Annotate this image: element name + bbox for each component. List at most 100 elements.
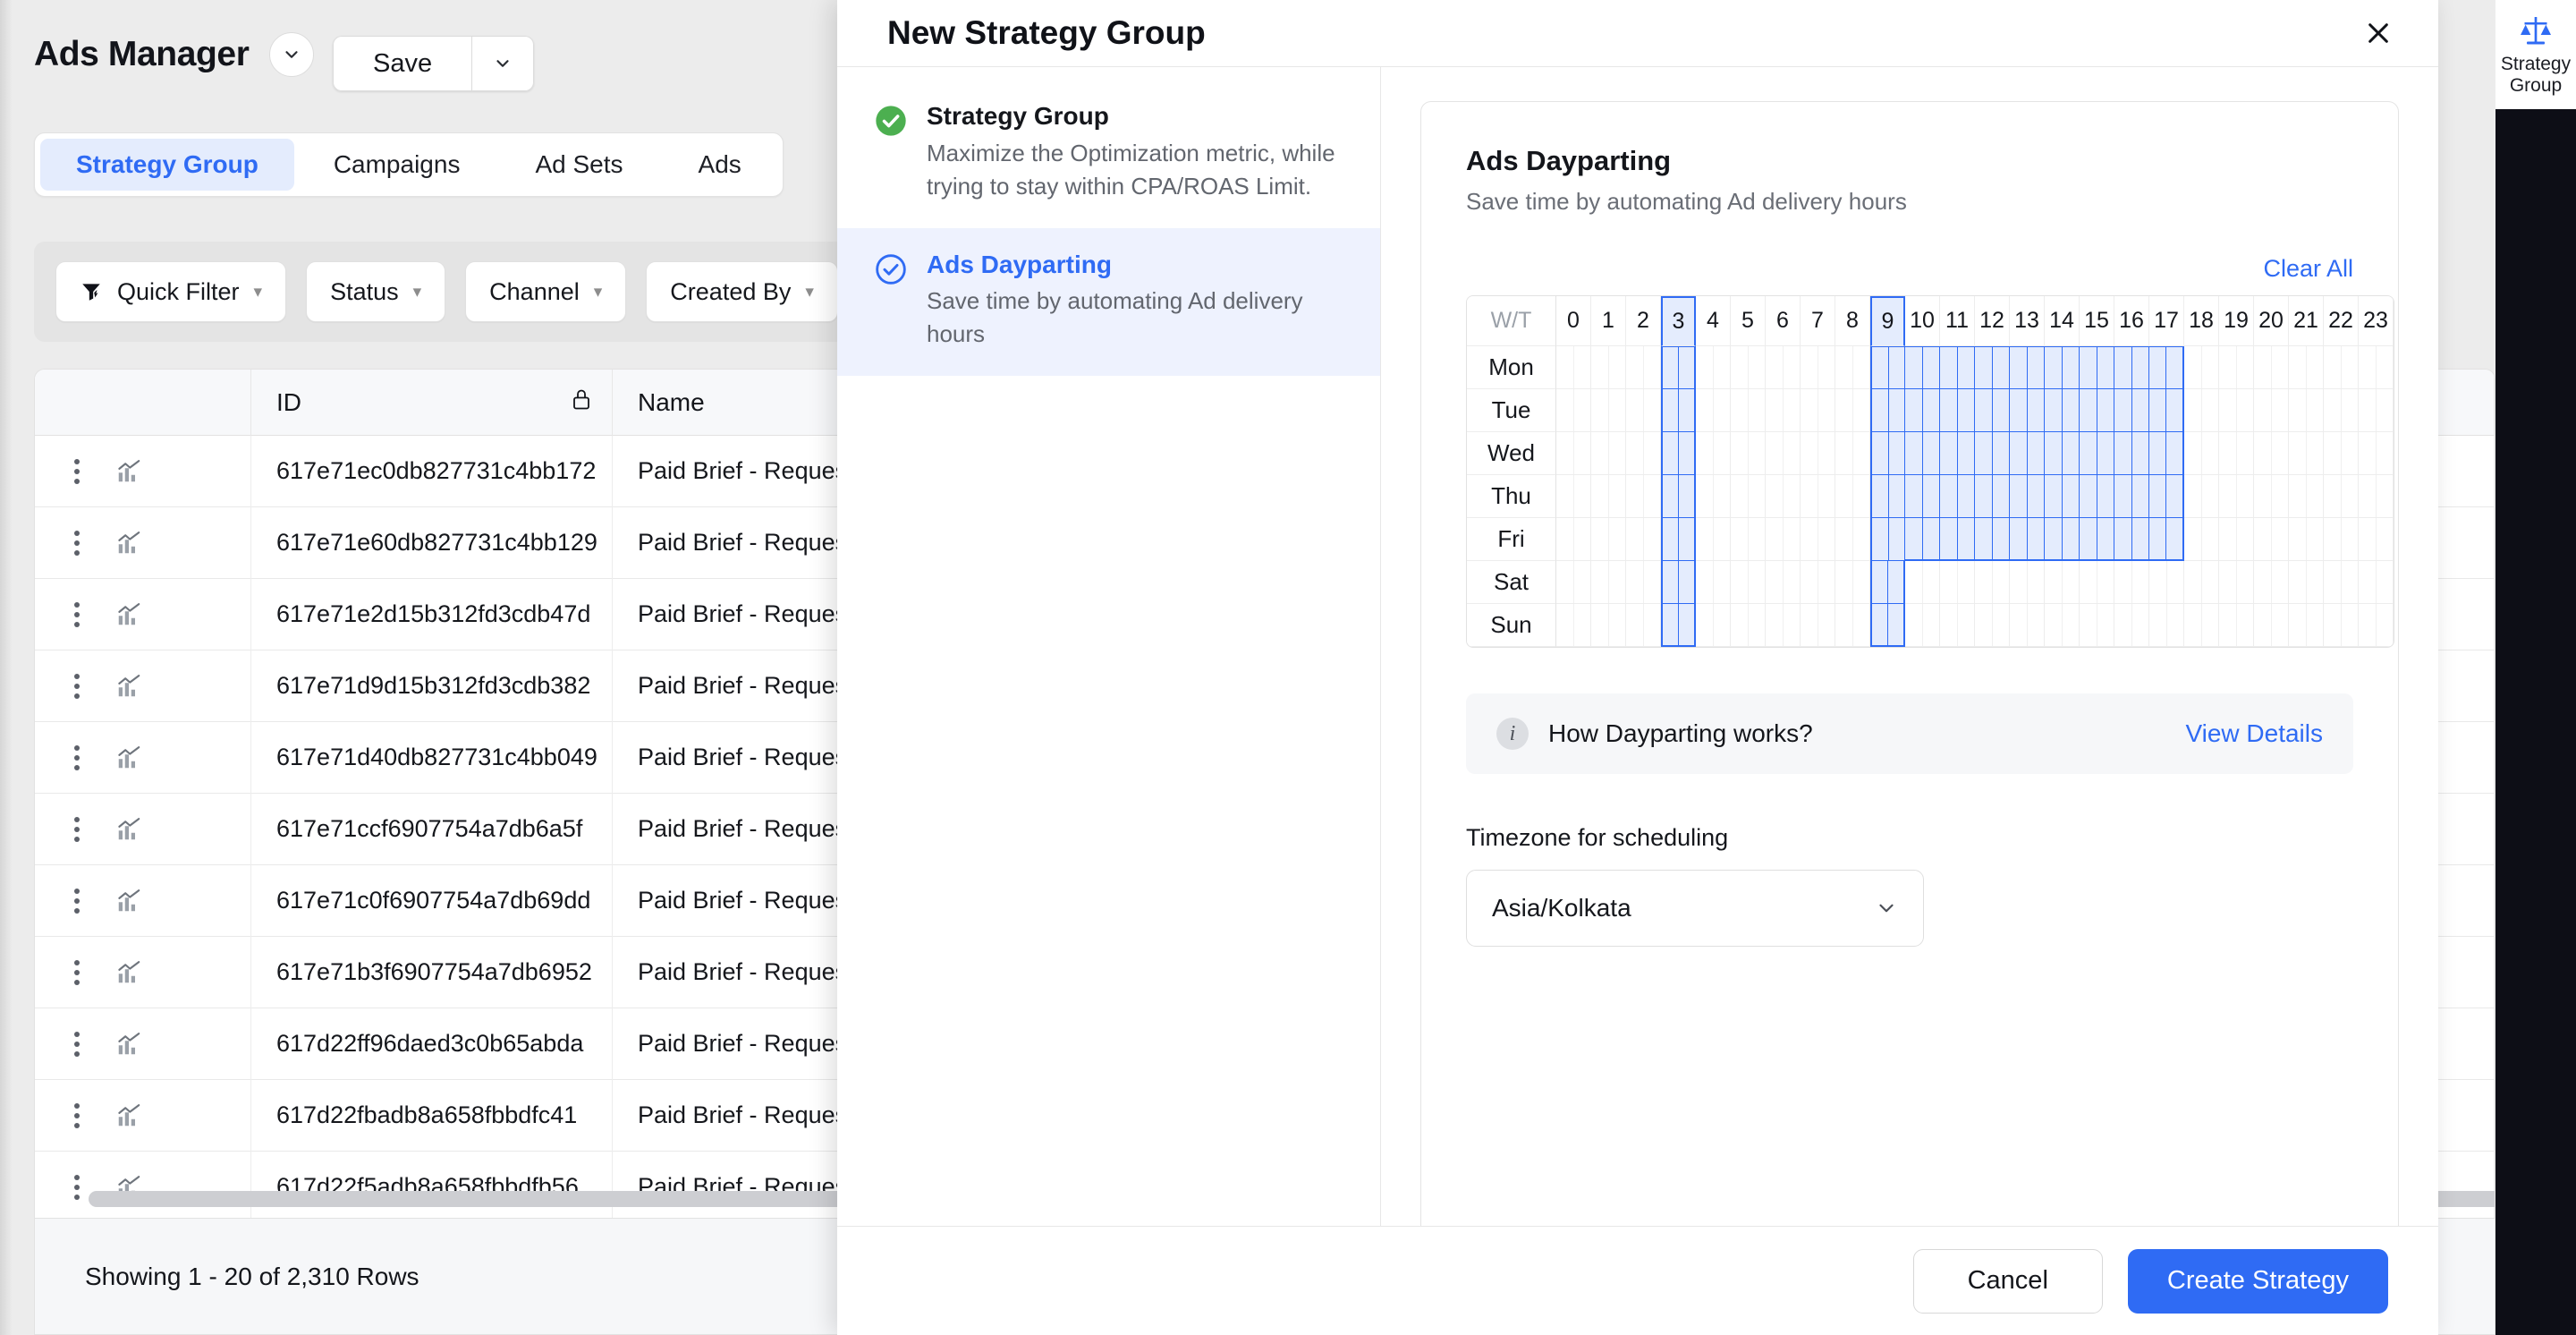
chart-icon[interactable] (115, 601, 142, 628)
dayparting-cell-sat-17[interactable] (2149, 561, 2184, 604)
tab-ads[interactable]: Ads (663, 139, 777, 191)
dayparting-cell-sat-8[interactable] (1835, 561, 1870, 604)
dayparting-hour-header-10[interactable]: 10 (1905, 296, 1940, 346)
dayparting-hour-header-9[interactable]: 9 (1870, 296, 1905, 346)
dayparting-cell-sat-10[interactable] (1905, 561, 1940, 604)
dayparting-cell-thu-19[interactable] (2219, 475, 2254, 518)
dayparting-day-label-mon[interactable]: Mon (1467, 346, 1556, 389)
dayparting-cell-sat-6[interactable] (1766, 561, 1801, 604)
dayparting-cell-tue-0[interactable] (1556, 389, 1591, 432)
dayparting-hour-header-7[interactable]: 7 (1801, 296, 1835, 346)
kebab-menu-icon[interactable] (74, 458, 80, 484)
dayparting-cell-sat-21[interactable] (2289, 561, 2324, 604)
dayparting-cell-tue-13[interactable] (2010, 389, 2045, 432)
dayparting-hour-header-1[interactable]: 1 (1591, 296, 1626, 346)
dayparting-cell-tue-11[interactable] (1940, 389, 1975, 432)
dayparting-cell-tue-12[interactable] (1975, 389, 2010, 432)
dayparting-cell-tue-5[interactable] (1731, 389, 1766, 432)
dayparting-cell-wed-8[interactable] (1835, 432, 1870, 475)
kebab-menu-icon[interactable] (74, 1102, 80, 1128)
dayparting-cell-sat-20[interactable] (2254, 561, 2289, 604)
dayparting-cell-sun-9[interactable] (1870, 604, 1905, 647)
kebab-menu-icon[interactable] (74, 1031, 80, 1057)
dayparting-cell-fri-3[interactable] (1661, 518, 1696, 561)
kebab-menu-icon[interactable] (74, 673, 80, 699)
tab-ad-sets[interactable]: Ad Sets (499, 139, 658, 191)
dayparting-cell-thu-3[interactable] (1661, 475, 1696, 518)
dayparting-cell-wed-23[interactable] (2359, 432, 2394, 475)
tab-campaigns[interactable]: Campaigns (298, 139, 496, 191)
dayparting-cell-sun-7[interactable] (1801, 604, 1835, 647)
kebab-menu-icon[interactable] (74, 744, 80, 770)
dayparting-hour-header-11[interactable]: 11 (1940, 296, 1975, 346)
dayparting-cell-tue-19[interactable] (2219, 389, 2254, 432)
dayparting-cell-sun-8[interactable] (1835, 604, 1870, 647)
dayparting-cell-fri-18[interactable] (2184, 518, 2219, 561)
dayparting-cell-tue-20[interactable] (2254, 389, 2289, 432)
dayparting-cell-fri-21[interactable] (2289, 518, 2324, 561)
dayparting-cell-mon-15[interactable] (2080, 346, 2114, 389)
quick-filter-button[interactable]: Quick Filter ▾ (55, 261, 287, 322)
dayparting-cell-thu-1[interactable] (1591, 475, 1626, 518)
dayparting-cell-sun-22[interactable] (2324, 604, 2359, 647)
dayparting-cell-mon-17[interactable] (2149, 346, 2184, 389)
table-header-id[interactable]: ID (251, 370, 613, 436)
dayparting-cell-sat-12[interactable] (1975, 561, 2010, 604)
dayparting-cell-mon-23[interactable] (2359, 346, 2394, 389)
dayparting-cell-sun-12[interactable] (1975, 604, 2010, 647)
dayparting-cell-fri-7[interactable] (1801, 518, 1835, 561)
dayparting-cell-sat-18[interactable] (2184, 561, 2219, 604)
dayparting-cell-thu-0[interactable] (1556, 475, 1591, 518)
dayparting-cell-mon-7[interactable] (1801, 346, 1835, 389)
dayparting-cell-mon-12[interactable] (1975, 346, 2010, 389)
dayparting-cell-thu-12[interactable] (1975, 475, 2010, 518)
dayparting-cell-tue-6[interactable] (1766, 389, 1801, 432)
dayparting-cell-fri-6[interactable] (1766, 518, 1801, 561)
step-strategy-group[interactable]: Strategy Group Maximize the Optimization… (837, 80, 1380, 228)
dayparting-cell-thu-18[interactable] (2184, 475, 2219, 518)
dayparting-cell-fri-19[interactable] (2219, 518, 2254, 561)
dayparting-cell-sat-0[interactable] (1556, 561, 1591, 604)
dayparting-cell-sun-2[interactable] (1626, 604, 1661, 647)
kebab-menu-icon[interactable] (74, 959, 80, 985)
dayparting-cell-fri-9[interactable] (1870, 518, 1905, 561)
dayparting-cell-wed-11[interactable] (1940, 432, 1975, 475)
dayparting-hour-header-8[interactable]: 8 (1835, 296, 1870, 346)
dayparting-cell-fri-22[interactable] (2324, 518, 2359, 561)
dayparting-cell-wed-2[interactable] (1626, 432, 1661, 475)
dayparting-cell-wed-17[interactable] (2149, 432, 2184, 475)
dayparting-cell-wed-0[interactable] (1556, 432, 1591, 475)
dayparting-cell-sun-0[interactable] (1556, 604, 1591, 647)
dayparting-cell-mon-6[interactable] (1766, 346, 1801, 389)
timezone-select[interactable]: Asia/Kolkata (1466, 870, 1924, 947)
dayparting-cell-fri-17[interactable] (2149, 518, 2184, 561)
dayparting-cell-fri-11[interactable] (1940, 518, 1975, 561)
dayparting-hour-header-16[interactable]: 16 (2114, 296, 2149, 346)
dayparting-cell-thu-8[interactable] (1835, 475, 1870, 518)
dayparting-cell-thu-17[interactable] (2149, 475, 2184, 518)
dayparting-cell-mon-3[interactable] (1661, 346, 1696, 389)
dayparting-cell-mon-19[interactable] (2219, 346, 2254, 389)
dayparting-cell-fri-0[interactable] (1556, 518, 1591, 561)
dayparting-cell-mon-5[interactable] (1731, 346, 1766, 389)
dayparting-hour-header-20[interactable]: 20 (2254, 296, 2289, 346)
dayparting-cell-fri-20[interactable] (2254, 518, 2289, 561)
dayparting-cell-sun-3[interactable] (1661, 604, 1696, 647)
dayparting-hour-header-19[interactable]: 19 (2219, 296, 2254, 346)
chart-icon[interactable] (115, 816, 142, 843)
dayparting-cell-mon-10[interactable] (1905, 346, 1940, 389)
create-strategy-button[interactable]: Create Strategy (2127, 1248, 2388, 1314)
dayparting-cell-fri-2[interactable] (1626, 518, 1661, 561)
dayparting-cell-thu-6[interactable] (1766, 475, 1801, 518)
dayparting-hour-header-22[interactable]: 22 (2324, 296, 2359, 346)
kebab-menu-icon[interactable] (74, 601, 80, 627)
dayparting-day-label-wed[interactable]: Wed (1467, 432, 1556, 475)
dayparting-hour-header-0[interactable]: 0 (1556, 296, 1591, 346)
dayparting-cell-mon-21[interactable] (2289, 346, 2324, 389)
rail-item-strategy-group[interactable]: Strategy Group (2496, 0, 2576, 110)
dayparting-cell-thu-13[interactable] (2010, 475, 2045, 518)
dayparting-day-label-thu[interactable]: Thu (1467, 475, 1556, 518)
dayparting-cell-fri-15[interactable] (2080, 518, 2114, 561)
save-dropdown-chevron-down-icon[interactable] (471, 36, 535, 91)
title-chevron-down-icon[interactable] (268, 32, 314, 77)
